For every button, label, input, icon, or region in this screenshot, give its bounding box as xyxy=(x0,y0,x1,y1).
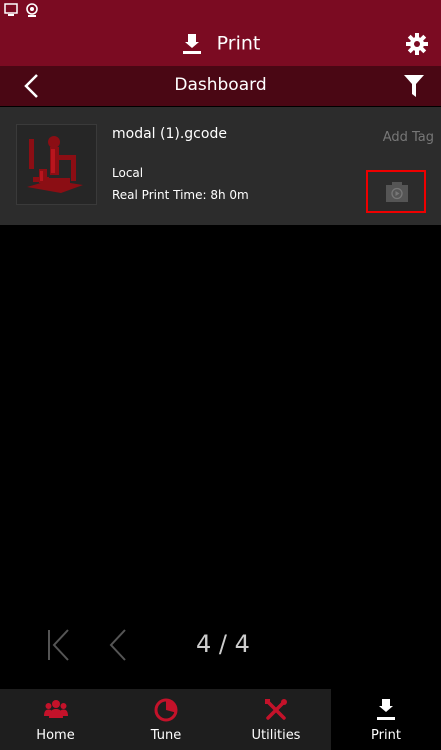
tab-label: Home xyxy=(36,728,75,743)
dashboard-title: Dashboard xyxy=(174,75,267,95)
monitor-icon xyxy=(4,3,18,16)
play-icon xyxy=(386,182,408,202)
tab-label: Tune xyxy=(150,728,182,743)
print-file-button[interactable] xyxy=(366,170,426,213)
gear-icon[interactable] xyxy=(405,32,429,56)
previous-page-icon[interactable] xyxy=(107,628,127,662)
print-icon xyxy=(377,699,395,720)
tab-print[interactable]: Print xyxy=(331,689,441,750)
tab-label: Print xyxy=(371,728,401,743)
header-title: Print xyxy=(216,32,261,55)
dashboard-bar: Dashboard xyxy=(0,66,441,106)
tab-home[interactable]: Home xyxy=(0,689,111,750)
add-tag-button[interactable]: Add Tag xyxy=(383,130,434,145)
webcam-icon xyxy=(26,3,38,17)
app-header: Print xyxy=(0,22,441,66)
filter-icon[interactable] xyxy=(403,73,425,99)
file-thumbnail xyxy=(16,124,97,205)
page-indicator: 4 / 4 xyxy=(196,630,250,658)
bottom-tab-bar: Home Tune Utilities Print xyxy=(0,689,441,750)
status-bar xyxy=(0,0,441,22)
pagination: 4 / 4 xyxy=(0,620,441,670)
print-icon xyxy=(182,33,201,54)
file-name: modal (1).gcode xyxy=(112,126,227,142)
people-icon xyxy=(43,700,68,718)
page-title: Print xyxy=(0,32,441,55)
print-time: Real Print Time: 8h 0m xyxy=(112,188,249,202)
first-page-icon[interactable] xyxy=(46,628,72,662)
model-preview-image xyxy=(27,136,83,193)
tab-utilities[interactable]: Utilities xyxy=(221,689,331,750)
tab-label: Utilities xyxy=(251,728,301,743)
file-location: Local xyxy=(112,166,144,180)
tab-tune[interactable]: Tune xyxy=(111,689,221,750)
tools-icon xyxy=(265,699,287,720)
tune-icon xyxy=(154,698,178,722)
